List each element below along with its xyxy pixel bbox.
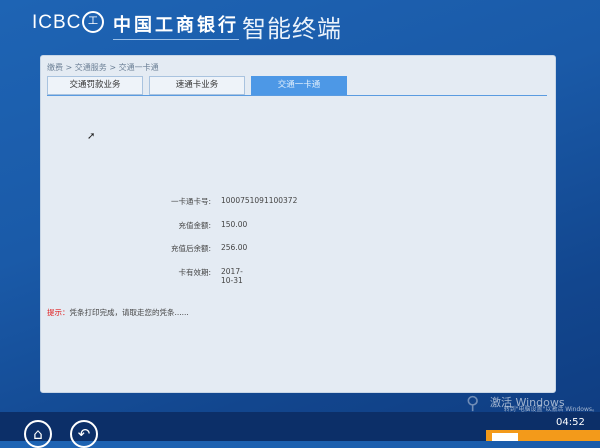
tip-prefix: 提示： <box>47 308 70 317</box>
detail-label: 充值金额: <box>178 221 211 230</box>
detail-label: 一卡通卡号: <box>170 197 211 206</box>
detail-value: 1000751091100372 <box>221 196 298 205</box>
tip-message: 提示：凭条打印完成，请取走您的凭条...... <box>47 307 189 318</box>
header: ICBC 工 中国工商银行 智能终端 <box>0 0 600 50</box>
action-button[interactable] <box>486 430 600 441</box>
tip-text: 凭条打印完成，请取走您的凭条...... <box>69 308 189 317</box>
detail-label: 充值后余额: <box>170 244 211 253</box>
back-button[interactable]: ↶ <box>70 420 98 448</box>
mouse-cursor-icon: ➚ <box>87 131 96 142</box>
detail-value: 256.00 <box>221 243 248 252</box>
action-icon <box>492 433 518 441</box>
icbc-logo: ICBC <box>32 12 82 33</box>
detail-label: 卡有效期: <box>178 268 211 277</box>
tab-speedpass-card[interactable]: 速通卡业务 <box>149 76 245 95</box>
tab-traffic-fines[interactable]: 交通罚款业务 <box>47 76 143 95</box>
content-panel: 缴费 > 交通服务 > 交通一卡通 交通罚款业务 速通卡业务 交通一卡通 ➚ 一… <box>40 55 556 393</box>
windows-activation-subtitle: 转到"电脑设置"以激活 Windows。 <box>503 406 598 413</box>
home-icon: ⌂ <box>33 425 43 443</box>
tab-transit-card[interactable]: 交通一卡通 <box>251 76 347 95</box>
key-icon: ⚲ <box>466 393 480 414</box>
icbc-seal-icon: 工 <box>82 11 104 33</box>
clock: 04:52 <box>556 417 585 428</box>
detail-value: 150.00 <box>221 220 248 229</box>
breadcrumb: 缴费 > 交通服务 > 交通一卡通 <box>47 63 159 72</box>
bank-name: 中国工商银行 <box>113 11 239 40</box>
tab-bar: 交通罚款业务 速通卡业务 交通一卡通 <box>47 76 547 96</box>
home-button[interactable]: ⌂ <box>24 420 52 448</box>
terminal-title: 智能终端 <box>242 15 342 43</box>
back-icon: ↶ <box>77 425 91 443</box>
detail-value: 2017-10-31 <box>221 267 243 285</box>
